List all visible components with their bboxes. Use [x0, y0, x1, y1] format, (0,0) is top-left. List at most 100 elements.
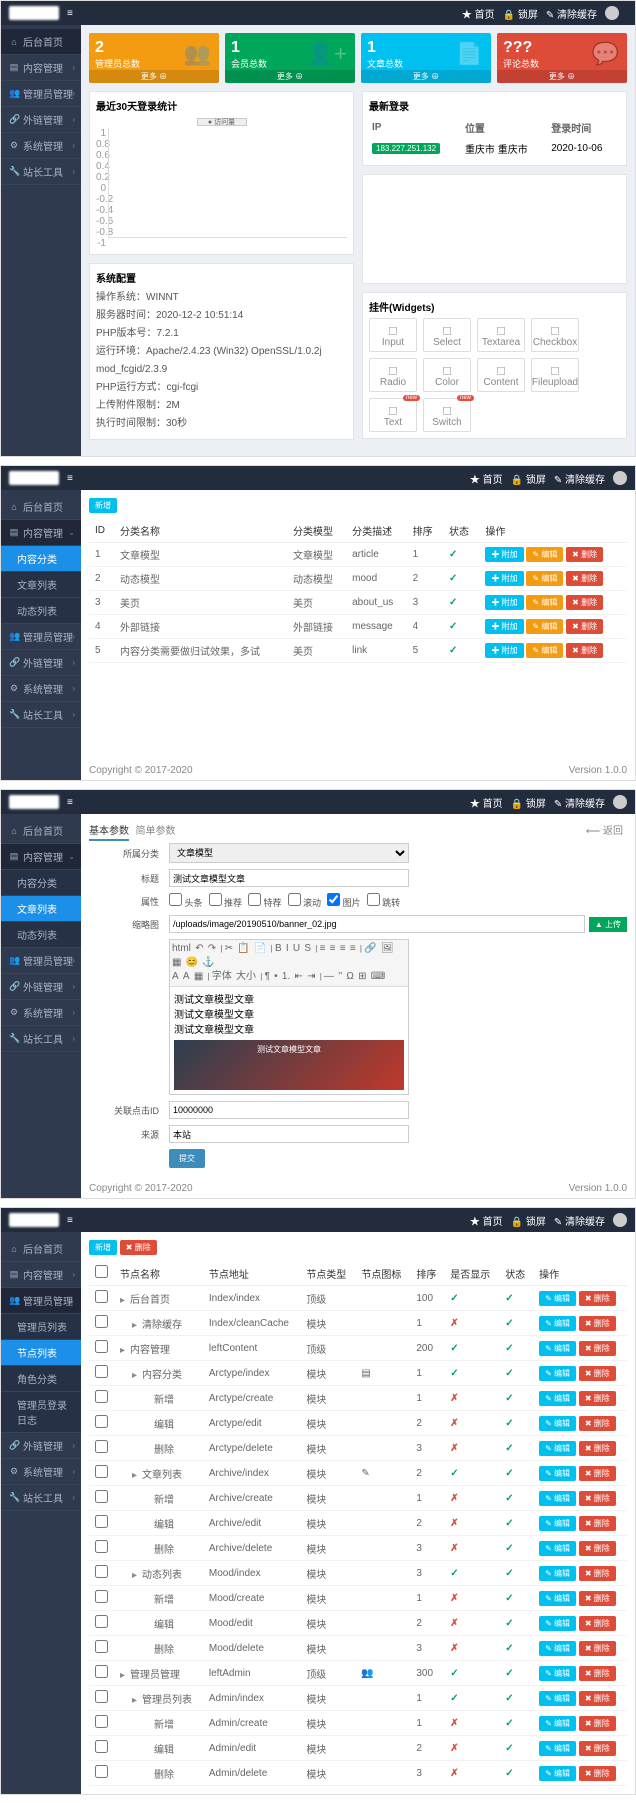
widget-item[interactable]: ◻ Checkbox — [531, 318, 579, 352]
sidebar-item-content-cat[interactable]: 内容分类 — [1, 546, 81, 572]
row-delete-button[interactable]: ✖ 删除 — [566, 547, 603, 562]
widget-item[interactable]: ◻ Fileupload — [531, 358, 579, 392]
status-toggle[interactable]: ✓ — [505, 1543, 513, 1554]
rich-editor[interactable]: html ↶ ↷ | ✂ 📋 📄 | B I U S | ≡ ≡ ≡ ≡ | 🔗… — [169, 939, 409, 1095]
row-add-button[interactable]: ✚ 附加 — [485, 619, 523, 634]
row-edit-button[interactable]: ✎ 编辑 — [526, 619, 563, 634]
row-edit-button[interactable]: ✎ 编辑 — [539, 1516, 576, 1531]
expand-icon[interactable]: ▸ — [132, 1570, 142, 1581]
back-link[interactable]: ⟵ 返回 — [586, 822, 623, 837]
status-toggle[interactable]: ✓ — [505, 1443, 513, 1454]
avatar[interactable] — [613, 471, 627, 485]
row-delete-button[interactable]: ✖ 删除 — [579, 1291, 616, 1306]
row-edit-button[interactable]: ✎ 编辑 — [539, 1716, 576, 1731]
status-toggle[interactable]: ✓ — [505, 1768, 513, 1779]
sidebar-item-sys[interactable]: ⚙系统管理› — [1, 676, 81, 702]
clear-cache-link[interactable]: ✎ 清除缓存 — [554, 795, 605, 810]
sidebar-item-content[interactable]: ▤内容管理⌄ — [1, 520, 81, 546]
menu-toggle-icon[interactable]: ≡ — [67, 473, 73, 484]
expand-icon[interactable]: ▸ — [120, 1295, 130, 1306]
row-delete-button[interactable]: ✖ 删除 — [579, 1341, 616, 1356]
row-edit-button[interactable]: ✎ 编辑 — [539, 1491, 576, 1506]
row-delete-button[interactable]: ✖ 删除 — [579, 1391, 616, 1406]
attr-checkbox[interactable]: 推荐 — [209, 898, 243, 908]
status-toggle[interactable]: ✓ — [505, 1593, 513, 1604]
select-all-checkbox[interactable] — [95, 1265, 108, 1278]
row-checkbox[interactable] — [95, 1465, 108, 1478]
status-toggle[interactable]: ✓ — [505, 1293, 513, 1304]
row-checkbox[interactable] — [95, 1640, 108, 1653]
show-toggle[interactable]: ✗ — [450, 1718, 458, 1729]
sidebar-item-article-list[interactable]: 文章列表 — [1, 572, 81, 598]
sidebar-item-admin[interactable]: 👥管理员管理⌄ — [1, 1288, 81, 1314]
card-more-link[interactable]: 更多 ⊕ — [361, 70, 491, 83]
row-edit-button[interactable]: ✎ 编辑 — [539, 1366, 576, 1381]
show-toggle[interactable]: ✗ — [450, 1318, 458, 1329]
expand-icon[interactable]: ▸ — [132, 1320, 142, 1331]
row-delete-button[interactable]: ✖ 删除 — [579, 1691, 616, 1706]
widget-item[interactable]: ◻ Select — [423, 318, 471, 352]
status-icon[interactable]: ✓ — [449, 573, 457, 584]
row-checkbox[interactable] — [95, 1765, 108, 1778]
lock-link[interactable]: 🔒 锁屏 — [511, 1213, 546, 1228]
sidebar-item-admin-list[interactable]: 管理员列表 — [1, 1314, 81, 1340]
row-delete-button[interactable]: ✖ 删除 — [579, 1591, 616, 1606]
row-checkbox[interactable] — [95, 1715, 108, 1728]
row-delete-button[interactable]: ✖ 删除 — [566, 619, 603, 634]
row-checkbox[interactable] — [95, 1490, 108, 1503]
sidebar-item-content[interactable]: ▤内容管理› — [1, 55, 81, 81]
menu-toggle-icon[interactable]: ≡ — [67, 1215, 73, 1226]
tab-basic[interactable]: 基本参数 — [89, 826, 129, 841]
row-delete-button[interactable]: ✖ 删除 — [566, 571, 603, 586]
sidebar-item-dashboard[interactable]: ⌂后台首页 — [1, 818, 81, 844]
stat-card[interactable]: 2 管理员总数 👥 更多 ⊕ — [89, 33, 219, 83]
lock-link[interactable]: 🔒 锁屏 — [511, 795, 546, 810]
row-checkbox[interactable] — [95, 1740, 108, 1753]
show-toggle[interactable]: ✗ — [450, 1493, 458, 1504]
row-checkbox[interactable] — [95, 1540, 108, 1553]
widget-item[interactable]: ◻ Radio — [369, 358, 417, 392]
row-add-button[interactable]: ✚ 附加 — [485, 643, 523, 658]
stat-card[interactable]: 1 会员总数 👤+ 更多 ⊕ — [225, 33, 355, 83]
sidebar-item-article-list[interactable]: 文章列表 — [1, 896, 81, 922]
row-add-button[interactable]: ✚ 附加 — [485, 595, 523, 610]
row-add-button[interactable]: ✚ 附加 — [485, 547, 523, 562]
expand-icon[interactable]: ▸ — [132, 1695, 142, 1706]
show-toggle[interactable]: ✗ — [450, 1418, 458, 1429]
card-more-link[interactable]: 更多 ⊕ — [89, 70, 219, 83]
show-toggle[interactable]: ✓ — [450, 1693, 458, 1704]
row-edit-button[interactable]: ✎ 编辑 — [539, 1416, 576, 1431]
expand-icon[interactable]: ▸ — [132, 1370, 142, 1381]
attr-checkbox[interactable]: 图片 — [327, 898, 361, 908]
sidebar-item-content-cat[interactable]: 内容分类 — [1, 870, 81, 896]
title-input[interactable] — [169, 869, 409, 887]
expand-icon[interactable]: ▸ — [132, 1470, 142, 1481]
row-checkbox[interactable] — [95, 1315, 108, 1328]
sidebar-item-dynamic-list[interactable]: 动态列表 — [1, 598, 81, 624]
source-input[interactable] — [169, 1125, 409, 1143]
row-checkbox[interactable] — [95, 1590, 108, 1603]
attr-checkbox[interactable]: 特荐 — [248, 898, 282, 908]
upload-button[interactable]: ▲ 上传 — [589, 917, 627, 932]
row-edit-button[interactable]: ✎ 编辑 — [539, 1341, 576, 1356]
attr-checkbox[interactable]: 头条 — [169, 898, 203, 908]
row-checkbox[interactable] — [95, 1665, 108, 1678]
thumb-path-input[interactable] — [169, 915, 585, 933]
show-toggle[interactable]: ✗ — [450, 1743, 458, 1754]
sidebar-item-admin-log[interactable]: 管理员登录日志 — [1, 1392, 81, 1433]
lock-link[interactable]: 🔒 锁屏 — [511, 471, 546, 486]
status-toggle[interactable]: ✓ — [505, 1718, 513, 1729]
sidebar-item-tools[interactable]: 🔧站长工具› — [1, 702, 81, 728]
row-edit-button[interactable]: ✎ 编辑 — [539, 1316, 576, 1331]
show-toggle[interactable]: ✗ — [450, 1593, 458, 1604]
card-more-link[interactable]: 更多 ⊕ — [497, 70, 627, 83]
stat-card[interactable]: ??? 评论总数 💬 更多 ⊕ — [497, 33, 627, 83]
status-icon[interactable]: ✓ — [449, 621, 457, 632]
row-edit-button[interactable]: ✎ 编辑 — [539, 1291, 576, 1306]
widget-item[interactable]: ◻ Content — [477, 358, 525, 392]
status-toggle[interactable]: ✓ — [505, 1643, 513, 1654]
row-edit-button[interactable]: ✎ 编辑 — [539, 1441, 576, 1456]
attr-checkbox[interactable]: 跳转 — [367, 898, 401, 908]
home-link[interactable]: ★ 首页 — [470, 795, 503, 810]
show-toggle[interactable]: ✗ — [450, 1768, 458, 1779]
